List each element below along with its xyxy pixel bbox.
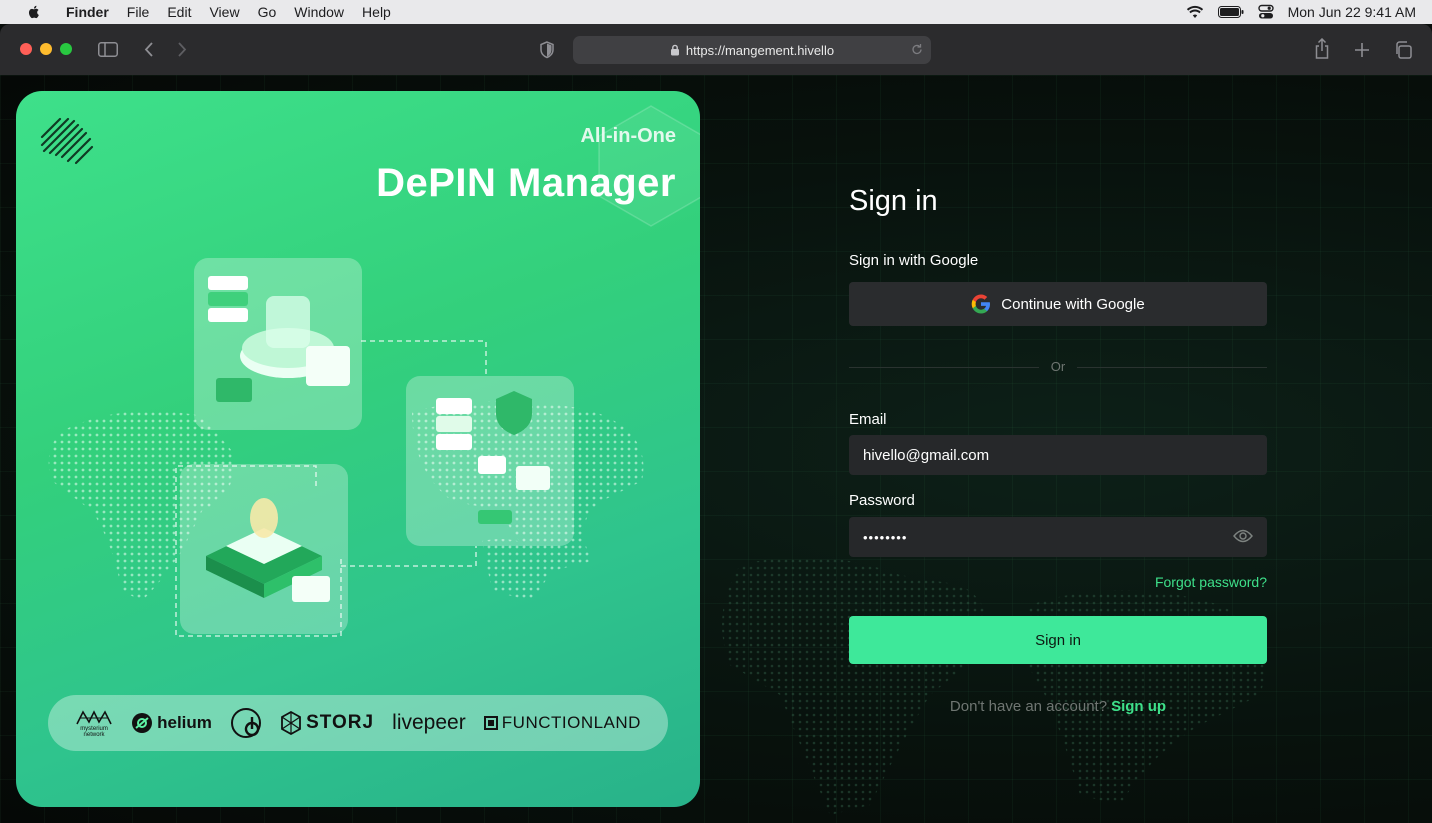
helium-logo-icon	[132, 713, 153, 733]
continue-with-google-label: Continue with Google	[1001, 295, 1145, 313]
storj-logo-icon	[281, 711, 301, 735]
menu-view[interactable]: View	[209, 4, 239, 20]
partner-helium-label: helium	[157, 713, 212, 732]
password-label: Password	[849, 492, 915, 509]
partner-storj-label: STORJ	[306, 712, 375, 733]
password-value: ••••••••	[863, 529, 908, 545]
wifi-icon[interactable]	[1186, 5, 1204, 19]
browser-toolbar: https://mangement.hivello	[0, 24, 1432, 75]
address-bar[interactable]: https://mangement.hivello	[573, 36, 931, 64]
sign-up-prompt-text: Don't have an account?	[949, 698, 1108, 715]
password-field[interactable]: ••••••••	[849, 517, 1267, 557]
lock-icon	[670, 44, 679, 56]
partner-mysterium: mysterium network	[75, 708, 113, 738]
email-label: Email	[849, 411, 887, 428]
or-text: Or	[1050, 359, 1066, 374]
privacy-shield-icon[interactable]	[539, 41, 555, 59]
sign-in-button-label: Sign in	[1035, 631, 1081, 649]
depin-network-illustration	[175, 258, 574, 637]
menu-app-name[interactable]: Finder	[66, 4, 109, 20]
partner-livepeer: livepeer	[392, 711, 466, 735]
battery-icon[interactable]	[1217, 6, 1244, 18]
new-tab-icon[interactable]	[1354, 42, 1370, 58]
url-text[interactable]: https://mangement.hivello	[686, 43, 834, 58]
partner-livepeer-label: livepeer	[392, 711, 466, 734]
partner-helium: helium	[131, 712, 212, 734]
show-password-icon[interactable]	[1233, 529, 1253, 543]
menu-window[interactable]: Window	[294, 4, 344, 20]
window-controls	[20, 43, 72, 55]
sign-up-prompt: Don't have an account? Sign up	[849, 698, 1267, 715]
reload-icon[interactable]	[911, 43, 923, 56]
apple-icon[interactable]	[26, 4, 42, 20]
email-field[interactable]: hivello@gmail.com	[849, 435, 1267, 475]
hero-title: DePIN Manager	[376, 161, 676, 205]
partner-mysterium-line2: network	[83, 732, 105, 738]
control-center-icon[interactable]	[1257, 4, 1274, 20]
or-divider: Or	[849, 359, 1267, 374]
hero-subtitle: All-in-One	[580, 125, 676, 147]
menu-go[interactable]: Go	[258, 4, 277, 20]
back-icon[interactable]	[143, 41, 155, 58]
sign-up-link[interactable]: Sign up	[1111, 698, 1166, 715]
partner-functionland-label: FUNCTIONLAND	[501, 713, 641, 732]
menu-edit[interactable]: Edit	[167, 4, 191, 20]
hero-card: All-in-One DePIN Manager mysterium netwo…	[16, 91, 700, 807]
google-sign-in-label: Sign in with Google	[849, 252, 979, 269]
functionland-logo-icon	[483, 716, 498, 730]
page-content: All-in-One DePIN Manager mysterium netwo…	[0, 75, 1432, 823]
google-icon	[971, 294, 991, 314]
close-window-button[interactable]	[20, 43, 32, 55]
forward-icon[interactable]	[176, 41, 188, 58]
email-value: hivello@gmail.com	[863, 446, 990, 464]
mysterium-logo-icon	[76, 710, 112, 725]
aleph-logo-icon	[230, 708, 261, 738]
sign-in-heading: Sign in	[849, 185, 938, 217]
partner-aleph	[230, 707, 262, 739]
menu-file[interactable]: File	[127, 4, 150, 20]
sidebar-toggle-icon[interactable]	[98, 42, 118, 57]
hivello-logo-icon	[40, 117, 94, 165]
forgot-password-link[interactable]: Forgot password?	[1155, 574, 1267, 590]
menu-bar: Finder File Edit View Go Window Help Mon…	[0, 0, 1432, 24]
menu-clock[interactable]: Mon Jun 22 9:41 AM	[1288, 4, 1416, 20]
partner-storj: STORJ	[280, 711, 374, 735]
minimize-window-button[interactable]	[40, 43, 52, 55]
zoom-window-button[interactable]	[60, 43, 72, 55]
partner-functionland: FUNCTIONLAND	[483, 713, 641, 733]
share-icon[interactable]	[1313, 38, 1331, 60]
sign-in-button[interactable]: Sign in	[849, 616, 1267, 664]
menu-help[interactable]: Help	[362, 4, 391, 20]
tab-overview-icon[interactable]	[1394, 41, 1412, 59]
continue-with-google-button[interactable]: Continue with Google	[849, 282, 1267, 326]
partner-logos-bar: mysterium network helium STORJ livepeer …	[48, 695, 668, 751]
sign-in-form: Sign in Sign in with Google Continue wit…	[849, 75, 1267, 823]
